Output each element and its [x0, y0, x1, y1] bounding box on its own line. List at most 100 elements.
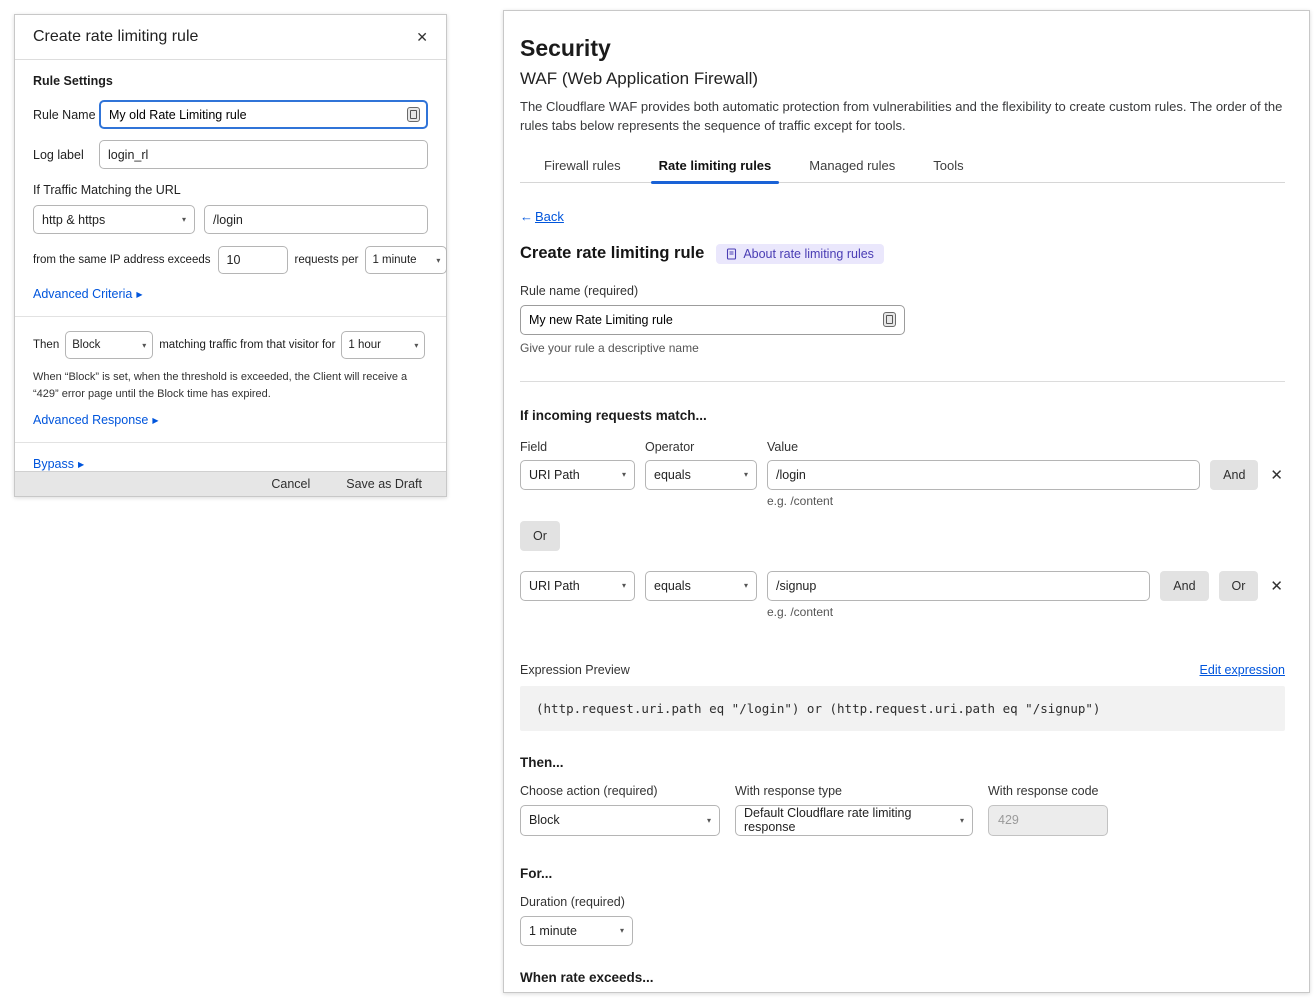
operator-select[interactable]: equals ▾: [645, 571, 757, 601]
then-label: Then: [33, 339, 59, 351]
form-title: Create rate limiting rule: [520, 244, 704, 263]
expand-arrow-icon: ▶: [152, 416, 158, 425]
choose-action-column: Choose action (required) Block ▾: [520, 784, 720, 836]
input-indicator-icon: [407, 107, 420, 122]
modal-title: Create rate limiting rule: [33, 28, 198, 46]
url-input[interactable]: [204, 205, 428, 234]
page-subtitle: WAF (Web Application Firewall): [520, 69, 1285, 89]
log-label-row: Log label: [33, 140, 428, 169]
page-title: Security: [520, 35, 1285, 62]
expression-preview-code: (http.request.uri.path eq "/login") or (…: [520, 686, 1285, 731]
duration-value: 1 minute: [529, 924, 577, 938]
modal-header: Create rate limiting rule ✕: [15, 15, 446, 60]
choose-action-value: Block: [529, 813, 560, 827]
tab-rate-limiting-rules[interactable]: Rate limiting rules: [657, 152, 774, 182]
ban-duration-value: 1 hour: [348, 339, 381, 351]
rule-name-input[interactable]: [529, 313, 875, 327]
action-select[interactable]: Block ▾: [65, 331, 153, 359]
back-link[interactable]: ← Back: [520, 209, 564, 224]
threshold-input[interactable]: [218, 246, 288, 274]
page-description: The Cloudflare WAF provides both automat…: [520, 98, 1285, 136]
field-select[interactable]: URI Path ▾: [520, 571, 635, 601]
operator-column-label: Operator: [645, 440, 757, 454]
rule-name-field-wrap: [99, 100, 428, 129]
value-column-label: Value: [767, 440, 1285, 454]
edit-expression-link[interactable]: Edit expression: [1200, 663, 1285, 677]
chevron-down-icon: ▾: [436, 256, 440, 265]
and-button[interactable]: And: [1160, 571, 1208, 601]
condition-row-1: URI Path ▾ equals ▾ e.g. /content And ✕: [520, 460, 1285, 508]
response-type-value: Default Cloudflare rate limiting respons…: [744, 806, 954, 834]
remove-condition-icon[interactable]: ✕: [1268, 577, 1285, 595]
operator-select-value: equals: [654, 468, 691, 482]
bypass-link[interactable]: Bypass ▶: [33, 457, 84, 471]
condition-row-2: URI Path ▾ equals ▾ e.g. /content And Or…: [520, 571, 1285, 619]
expand-arrow-icon: ▶: [136, 290, 142, 299]
log-label-input[interactable]: [99, 140, 428, 169]
response-code-input: 429: [988, 805, 1108, 836]
divider: [520, 381, 1285, 382]
block-note-text: When “Block” is set, when the threshold …: [33, 369, 428, 402]
or-button[interactable]: Or: [1219, 571, 1259, 601]
chevron-down-icon: ▾: [744, 581, 748, 590]
and-button[interactable]: And: [1210, 460, 1258, 490]
threshold-row: from the same IP address exceeds request…: [33, 246, 428, 274]
rule-name-input[interactable]: [109, 108, 407, 122]
then-mid-text: matching traffic from that visitor for: [159, 339, 335, 351]
field-select[interactable]: URI Path ▾: [520, 460, 635, 490]
save-as-draft-button[interactable]: Save as Draft: [346, 477, 422, 491]
duration-label: Duration (required): [520, 895, 1285, 909]
field-column-label: Field: [520, 440, 635, 454]
close-icon[interactable]: ✕: [416, 30, 428, 44]
field-select-value: URI Path: [529, 579, 580, 593]
form-title-row: Create rate limiting rule About rate lim…: [520, 244, 1285, 264]
for-section-heading: For...: [520, 866, 1285, 881]
traffic-matching-heading: If Traffic Matching the URL: [33, 183, 428, 197]
or-button[interactable]: Or: [520, 521, 560, 551]
cancel-button[interactable]: Cancel: [271, 477, 310, 491]
advanced-response-link[interactable]: Advanced Response ▶: [33, 413, 159, 427]
response-type-label: With response type: [735, 784, 973, 798]
modal-body: Rule Settings Rule Name Log label If Tra…: [15, 60, 446, 471]
response-type-select[interactable]: Default Cloudflare rate limiting respons…: [735, 805, 973, 836]
security-waf-panel: Security WAF (Web Application Firewall) …: [503, 10, 1310, 993]
back-row: ← Back: [520, 209, 1285, 224]
period-select[interactable]: 1 minute ▾: [365, 246, 447, 274]
response-code-label: With response code: [988, 784, 1108, 798]
remove-condition-icon[interactable]: ✕: [1268, 466, 1285, 484]
rule-name-field-wrap: [520, 305, 905, 335]
url-match-row: http & https ▾: [33, 205, 428, 234]
expression-header: Expression Preview Edit expression: [520, 663, 1285, 677]
value-column: e.g. /content: [767, 571, 1150, 619]
tab-firewall-rules[interactable]: Firewall rules: [542, 152, 623, 182]
tab-tools[interactable]: Tools: [931, 152, 965, 182]
value-input[interactable]: [767, 460, 1200, 490]
rule-name-label: Rule Name: [33, 108, 99, 122]
ban-duration-select[interactable]: 1 hour ▾: [341, 331, 425, 359]
chevron-down-icon: ▾: [414, 341, 418, 350]
back-label: Back: [535, 209, 564, 224]
rule-settings-heading: Rule Settings: [33, 74, 428, 88]
choose-action-label: Choose action (required): [520, 784, 720, 798]
chevron-down-icon: ▾: [744, 470, 748, 479]
expression-preview-label: Expression Preview: [520, 663, 630, 677]
scheme-select[interactable]: http & https ▾: [33, 205, 195, 234]
rule-name-label: Rule name (required): [520, 284, 1285, 298]
rule-name-row: Rule Name: [33, 100, 428, 129]
modal-footer: Cancel Save as Draft: [15, 471, 446, 496]
tab-managed-rules[interactable]: Managed rules: [807, 152, 897, 182]
chevron-down-icon: ▾: [142, 341, 146, 350]
choose-action-select[interactable]: Block ▾: [520, 805, 720, 836]
threshold-mid-text: requests per: [295, 254, 359, 266]
divider: [15, 442, 446, 443]
advanced-criteria-link[interactable]: Advanced Criteria ▶: [33, 287, 143, 301]
chevron-down-icon: ▾: [620, 926, 624, 935]
operator-select[interactable]: equals ▾: [645, 460, 757, 490]
value-hint: e.g. /content: [767, 605, 1150, 619]
value-input[interactable]: [767, 571, 1150, 601]
action-select-value: Block: [72, 339, 100, 351]
about-rate-limiting-rules-badge[interactable]: About rate limiting rules: [716, 244, 884, 264]
divider: [15, 316, 446, 317]
duration-select[interactable]: 1 minute ▾: [520, 916, 633, 946]
chevron-down-icon: ▾: [622, 581, 626, 590]
